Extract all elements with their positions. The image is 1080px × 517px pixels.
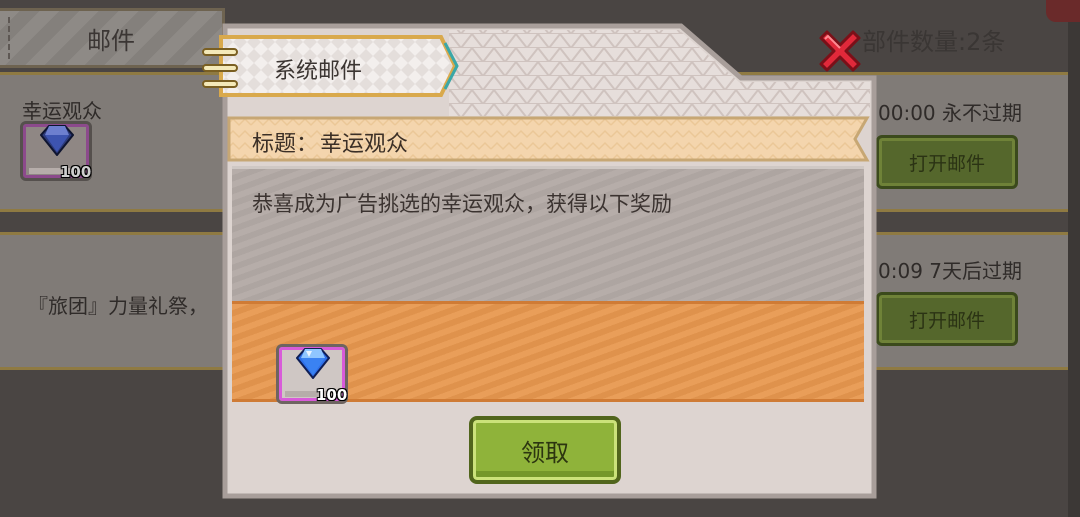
claim-button-label: 领取 [521,438,569,467]
mail-expiry: 00:00 永不过期 [878,101,1022,125]
tab-stitch [8,17,10,59]
reward-area: 100 [232,301,864,404]
mail-tab-label: 邮件 [87,26,135,55]
reward-quantity: 100 [60,163,92,181]
mail-content-text: 恭喜成为广告挑选的幸运观众，获得以下奖励 [252,192,672,216]
blue-gem-icon [40,125,74,156]
mail-card-title: 幸运观众 [22,99,102,123]
mail-content-area [232,166,864,301]
reward-quantity: 100 [316,386,348,404]
corner-close-icon[interactable] [1046,0,1080,22]
screen-edge [1068,0,1080,517]
blue-gem-icon [296,348,330,379]
open-mail-button[interactable]: 打开邮件 [876,135,1018,189]
binder-rings-icon [202,48,238,88]
mail-title-value: 幸运观众 [320,132,409,157]
mail-card-title: 『旅团』力量礼祭， [28,294,208,318]
system-mail-dialog: 系统邮件 标题：幸运观众 恭喜成为广告挑选的幸运观众，获得以下奖励 100 领取 [202,20,879,500]
reward-slot: 100 [20,121,96,187]
claim-button[interactable]: 领取 [469,416,621,484]
open-mail-button[interactable]: 打开邮件 [876,292,1018,346]
close-icon[interactable] [813,24,867,78]
mail-expiry: 0:09 7天后过期 [878,259,1022,283]
mail-tab[interactable]: 邮件 [0,8,225,68]
mail-title: 标题：幸运观众 [252,126,408,158]
mail-title-prefix: 标题： [252,132,319,157]
dialog-tab-label: 系统邮件 [274,59,363,84]
mail-count: 部件数量:2条 [862,28,1006,56]
